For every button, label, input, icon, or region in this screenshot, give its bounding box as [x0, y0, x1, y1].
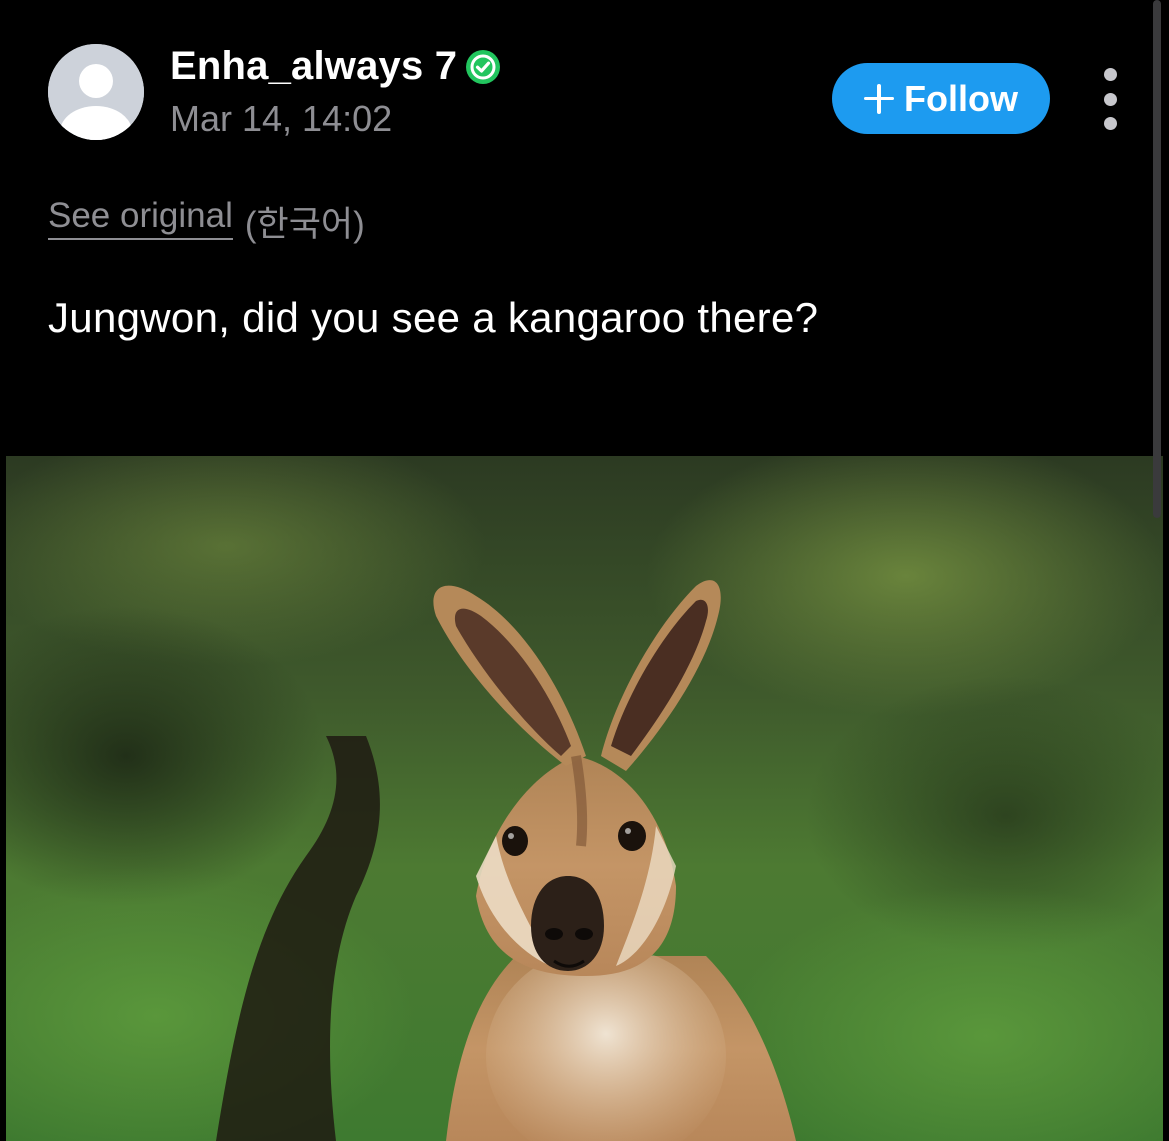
- menu-dot: [1103, 117, 1117, 130]
- post-timestamp: Mar 14, 14:02: [170, 98, 393, 139]
- avatar[interactable]: [48, 44, 144, 140]
- author-row: Enha_always 7: [170, 42, 501, 90]
- more-options-icon[interactable]: [1094, 68, 1126, 130]
- verified-badge-icon: [465, 49, 501, 85]
- scrollbar[interactable]: [1153, 0, 1161, 518]
- kangaroo-photo: [6, 456, 1163, 1141]
- follow-label: Follow: [904, 77, 1018, 119]
- user-silhouette-icon: [48, 44, 144, 140]
- follow-button[interactable]: Follow: [832, 63, 1050, 134]
- author-username[interactable]: Enha_always 7: [170, 44, 457, 89]
- original-language-label: (한국어): [244, 205, 365, 244]
- menu-dot: [1103, 92, 1117, 106]
- plus-icon: [864, 83, 894, 114]
- see-original-link[interactable]: See original: [48, 196, 233, 240]
- post-text: Jungwon, did you see a kangaroo there?: [48, 294, 819, 341]
- post-image[interactable]: [6, 456, 1163, 1141]
- post-header: Enha_always 7 Mar 14, 14:02 Follow See o…: [0, 0, 1169, 455]
- translation-row: See original (한국어): [48, 196, 365, 247]
- menu-dot: [1103, 68, 1117, 81]
